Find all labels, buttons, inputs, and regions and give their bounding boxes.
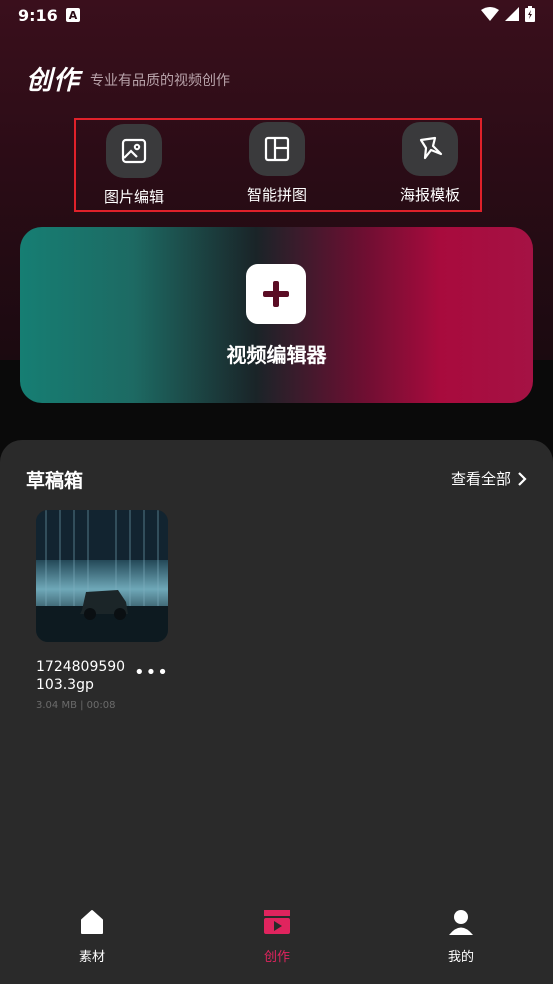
status-bar: 9:16 A [0, 0, 553, 32]
nav-label: 素材 [78, 950, 105, 965]
video-editor-card[interactable]: 视频编辑器 [20, 227, 533, 403]
wifi-icon [481, 7, 499, 21]
draft-meta: 3.04 MB | 00:08 [36, 700, 116, 711]
collage-icon [249, 122, 305, 176]
bottom-nav: 素材 创作 我的 [0, 900, 553, 984]
poster-icon [402, 122, 458, 176]
tool-smart-collage[interactable]: 智能拼图 [227, 122, 327, 205]
notification-badge: A [66, 8, 80, 22]
user-icon [449, 910, 473, 935]
battery-icon [525, 6, 535, 22]
nav-label: 创作 [263, 950, 290, 965]
drafts-title: 草稿箱 [26, 470, 84, 492]
draft-thumbnail[interactable] [36, 510, 168, 642]
status-time: 9:16 [18, 6, 58, 25]
more-icon[interactable]: ••• [134, 662, 169, 683]
see-all-label: 查看全部 [450, 470, 511, 488]
clapper-icon [264, 910, 290, 934]
tool-label: 智能拼图 [246, 186, 307, 204]
image-icon [106, 124, 162, 178]
see-all-link[interactable]: 查看全部 [451, 468, 527, 489]
tool-poster-template[interactable]: 海报模板 [380, 122, 480, 205]
home-icon [81, 910, 103, 934]
nav-item-material[interactable]: 素材 [52, 908, 132, 965]
video-editor-label: 视频编辑器 [226, 343, 327, 367]
plus-icon [246, 264, 306, 324]
nav-item-create[interactable]: 创作 [237, 908, 317, 965]
cell-signal-icon [505, 7, 519, 21]
tools-row: 图片编辑 智能拼图 海报模板 [74, 118, 482, 212]
status-icons [481, 6, 535, 22]
page-subtitle: 专业有品质的视频创作 [90, 73, 230, 89]
chevron-right-icon [518, 471, 527, 486]
tool-image-edit[interactable]: 图片编辑 [84, 124, 184, 207]
nav-item-mine[interactable]: 我的 [421, 908, 501, 965]
page-title: 创作 [26, 66, 81, 96]
tool-label: 海报模板 [399, 186, 460, 204]
nav-label: 我的 [447, 950, 474, 965]
tool-label: 图片编辑 [103, 188, 164, 206]
